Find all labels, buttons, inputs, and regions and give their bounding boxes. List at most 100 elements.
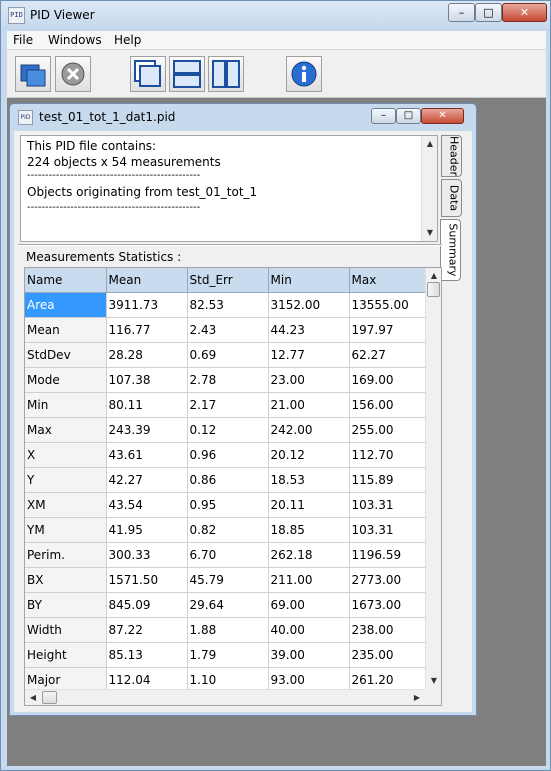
close-file-button[interactable] <box>55 56 91 92</box>
cell-max[interactable]: 156.00 <box>349 392 426 418</box>
cell-min[interactable]: 69.00 <box>268 592 350 618</box>
cell-std-err[interactable]: 0.96 <box>187 442 269 468</box>
cell-name[interactable]: BX <box>25 567 107 593</box>
cell-name[interactable]: Mean <box>25 317 107 343</box>
cell-name[interactable]: Area <box>25 292 107 318</box>
table-row[interactable]: YM 41.95 0.82 18.85 103.31 <box>25 517 426 543</box>
cell-min[interactable]: 18.85 <box>268 517 350 543</box>
menu-windows[interactable]: Windows <box>48 33 102 47</box>
cell-min[interactable]: 211.00 <box>268 567 350 593</box>
menu-help[interactable]: Help <box>114 33 141 47</box>
scroll-right-arrow-icon[interactable]: ▶ <box>409 690 425 705</box>
cell-name[interactable]: BY <box>25 592 107 618</box>
cell-std-err[interactable]: 0.69 <box>187 342 269 368</box>
cell-max[interactable]: 169.00 <box>349 367 426 393</box>
cell-mean[interactable]: 85.13 <box>106 642 188 668</box>
cell-min[interactable]: 262.18 <box>268 542 350 568</box>
cell-mean[interactable]: 41.95 <box>106 517 188 543</box>
cell-std-err[interactable]: 45.79 <box>187 567 269 593</box>
cell-std-err[interactable]: 1.88 <box>187 617 269 643</box>
cell-std-err[interactable]: 2.17 <box>187 392 269 418</box>
cell-max[interactable]: 112.70 <box>349 442 426 468</box>
cell-name[interactable]: XM <box>25 492 107 518</box>
cell-mean[interactable]: 243.39 <box>106 417 188 443</box>
cell-std-err[interactable]: 0.12 <box>187 417 269 443</box>
column-header-std-err[interactable]: Std_Err <box>187 268 269 293</box>
cell-mean[interactable]: 107.38 <box>106 367 188 393</box>
cell-mean[interactable]: 116.77 <box>106 317 188 343</box>
cell-mean[interactable]: 28.28 <box>106 342 188 368</box>
scroll-up-arrow-icon[interactable]: ▲ <box>422 136 438 152</box>
maximize-button[interactable]: □ <box>475 3 502 22</box>
cell-min[interactable]: 23.00 <box>268 367 350 393</box>
cell-mean[interactable]: 43.54 <box>106 492 188 518</box>
table-row[interactable]: StdDev 28.28 0.69 12.77 62.27 <box>25 342 426 368</box>
horizontal-scroll-thumb[interactable] <box>42 691 57 704</box>
cell-min[interactable]: 20.12 <box>268 442 350 468</box>
cell-std-err[interactable]: 0.82 <box>187 517 269 543</box>
cell-name[interactable]: X <box>25 442 107 468</box>
cell-std-err[interactable]: 1.79 <box>187 642 269 668</box>
cell-max[interactable]: 13555.00 <box>349 292 426 318</box>
cell-mean[interactable]: 1571.50 <box>106 567 188 593</box>
open-file-button[interactable] <box>15 56 51 92</box>
about-button[interactable] <box>286 56 322 92</box>
cell-name[interactable]: Mode <box>25 367 107 393</box>
cell-max[interactable]: 62.27 <box>349 342 426 368</box>
table-horizontal-scrollbar[interactable]: ◀ ▶ <box>25 689 425 705</box>
cell-name[interactable]: Width <box>25 617 107 643</box>
table-row[interactable]: Y 42.27 0.86 18.53 115.89 <box>25 467 426 493</box>
table-row[interactable]: BX 1571.50 45.79 211.00 2773.00 <box>25 567 426 593</box>
table-row[interactable]: Max 243.39 0.12 242.00 255.00 <box>25 417 426 443</box>
cell-mean[interactable]: 80.11 <box>106 392 188 418</box>
scroll-down-arrow-icon[interactable]: ▼ <box>422 225 438 241</box>
cascade-button[interactable] <box>130 56 166 92</box>
cell-mean[interactable]: 87.22 <box>106 617 188 643</box>
cell-name[interactable]: Perim. <box>25 542 107 568</box>
title-bar[interactable]: PID PID Viewer – □ ✕ <box>1 1 550 31</box>
cell-max[interactable]: 1673.00 <box>349 592 426 618</box>
cell-name[interactable]: StdDev <box>25 342 107 368</box>
table-row[interactable]: Height 85.13 1.79 39.00 235.00 <box>25 642 426 668</box>
tile-vertical-button[interactable] <box>208 56 244 92</box>
cell-max[interactable]: 197.97 <box>349 317 426 343</box>
close-button[interactable]: ✕ <box>502 3 547 22</box>
info-scrollbar[interactable]: ▲ ▼ <box>421 136 437 241</box>
menu-file[interactable]: File <box>13 33 33 47</box>
cell-name[interactable]: Min <box>25 392 107 418</box>
table-row[interactable]: BY 845.09 29.64 69.00 1673.00 <box>25 592 426 618</box>
cell-name[interactable]: Y <box>25 467 107 493</box>
table-row[interactable]: Min 80.11 2.17 21.00 156.00 <box>25 392 426 418</box>
cell-min[interactable]: 3152.00 <box>268 292 350 318</box>
cell-std-err[interactable]: 6.70 <box>187 542 269 568</box>
scroll-down-arrow-icon[interactable]: ▼ <box>426 673 441 689</box>
cell-max[interactable]: 103.31 <box>349 517 426 543</box>
scroll-left-arrow-icon[interactable]: ◀ <box>25 690 41 705</box>
cell-min[interactable]: 21.00 <box>268 392 350 418</box>
tile-horizontal-button[interactable] <box>169 56 205 92</box>
document-close-button[interactable]: ✕ <box>421 108 464 124</box>
cell-max[interactable]: 103.31 <box>349 492 426 518</box>
document-title-bar[interactable]: PID test_01_tot_1_dat1.pid – □ ✕ <box>10 104 476 130</box>
table-row[interactable]: Mode 107.38 2.78 23.00 169.00 <box>25 367 426 393</box>
cell-min[interactable]: 40.00 <box>268 617 350 643</box>
table-row[interactable]: XM 43.54 0.95 20.11 103.31 <box>25 492 426 518</box>
cell-std-err[interactable]: 0.86 <box>187 467 269 493</box>
cell-min[interactable]: 18.53 <box>268 467 350 493</box>
cell-name[interactable]: Max <box>25 417 107 443</box>
tab-summary[interactable]: Summary <box>440 219 461 281</box>
cell-max[interactable]: 235.00 <box>349 642 426 668</box>
cell-min[interactable]: 12.77 <box>268 342 350 368</box>
cell-max[interactable]: 255.00 <box>349 417 426 443</box>
vertical-scroll-thumb[interactable] <box>427 282 440 297</box>
column-header-mean[interactable]: Mean <box>106 268 188 293</box>
cell-max[interactable]: 1196.59 <box>349 542 426 568</box>
cell-mean[interactable]: 3911.73 <box>106 292 188 318</box>
cell-std-err[interactable]: 29.64 <box>187 592 269 618</box>
cell-std-err[interactable]: 2.78 <box>187 367 269 393</box>
document-minimize-button[interactable]: – <box>371 108 396 124</box>
table-row[interactable]: Mean 116.77 2.43 44.23 197.97 <box>25 317 426 343</box>
table-row[interactable]: Width 87.22 1.88 40.00 238.00 <box>25 617 426 643</box>
file-info-textbox[interactable]: This PID file contains: 224 objects x 54… <box>20 135 438 242</box>
cell-mean[interactable]: 845.09 <box>106 592 188 618</box>
